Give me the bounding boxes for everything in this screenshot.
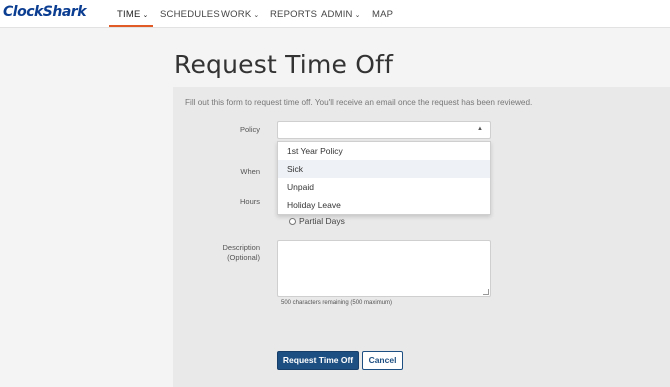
nav-map[interactable]: MAP bbox=[372, 9, 393, 20]
policy-dropdown-menu: 1st Year Policy Sick Unpaid Holiday Leav… bbox=[277, 141, 491, 215]
char-count-text: 500 characters remaining (500 maximum) bbox=[281, 300, 393, 306]
request-time-off-button[interactable]: Request Time Off bbox=[277, 351, 359, 370]
nav-time-label: TIME bbox=[117, 9, 141, 20]
nav-schedules[interactable]: SCHEDULES bbox=[160, 9, 220, 20]
nav-admin-label: ADMIN bbox=[321, 9, 353, 20]
caret-up-icon: ▲ bbox=[477, 126, 483, 132]
nav-reports[interactable]: REPORTS bbox=[270, 9, 317, 20]
chevron-down-icon: ⌄ bbox=[253, 12, 260, 19]
chevron-down-icon: ⌄ bbox=[354, 12, 361, 19]
resize-handle-icon[interactable] bbox=[483, 289, 489, 295]
description-label: Description bbox=[222, 243, 260, 252]
policy-option[interactable]: Unpaid bbox=[278, 178, 490, 196]
description-optional-label: (Optional) bbox=[227, 253, 260, 262]
policy-select[interactable]: ▲ bbox=[277, 121, 491, 139]
page-title: Request Time Off bbox=[174, 50, 394, 79]
active-tab-indicator bbox=[109, 25, 153, 27]
when-label: When bbox=[240, 167, 260, 176]
policy-option[interactable]: Sick bbox=[278, 160, 490, 178]
nav-time[interactable]: TIME ⌄ bbox=[117, 9, 149, 20]
policy-option[interactable]: Holiday Leave bbox=[278, 196, 490, 214]
hours-label: Hours bbox=[239, 197, 260, 206]
nav-work[interactable]: WORK ⌄ bbox=[221, 9, 259, 20]
cancel-button[interactable]: Cancel bbox=[362, 351, 403, 370]
policy-label: Policy bbox=[239, 125, 260, 134]
description-textarea[interactable] bbox=[277, 240, 491, 297]
clockshark-logo[interactable]: ClockShark bbox=[3, 4, 87, 20]
policy-option[interactable]: 1st Year Policy bbox=[278, 142, 490, 160]
partial-days-radio[interactable] bbox=[289, 218, 296, 225]
nav-admin[interactable]: ADMIN ⌄ bbox=[321, 9, 361, 20]
partial-days-option[interactable]: Partial Days bbox=[289, 216, 345, 226]
nav-work-label: WORK bbox=[221, 9, 252, 20]
form-intro-text: Fill out this form to request time off. … bbox=[185, 98, 533, 107]
top-navigation: ClockShark TIME ⌄ SCHEDULES WORK ⌄ REPORTS… bbox=[0, 0, 670, 28]
partial-days-label: Partial Days bbox=[299, 216, 345, 226]
chevron-down-icon: ⌄ bbox=[142, 12, 149, 19]
